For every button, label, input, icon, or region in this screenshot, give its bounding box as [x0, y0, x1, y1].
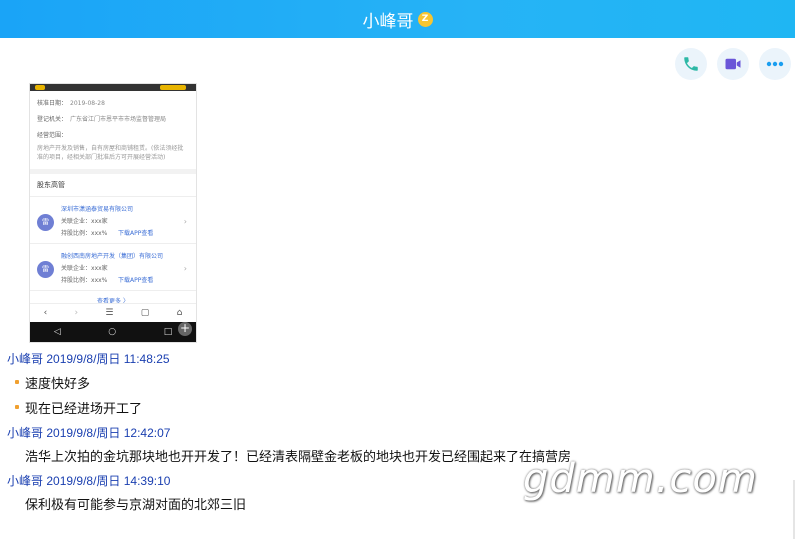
nav-back-icon: ◁	[53, 327, 61, 337]
browser-toolbar: ‹ › ☰ ▢ ⌂	[30, 303, 196, 322]
shareholder-item: 雷 融创西南房地产开发（集团）有限公司 关联企业：xxx家 持股比例：xxx% …	[30, 244, 196, 291]
nav-recent-icon: □	[163, 327, 173, 337]
download-app-link: 下载APP查看	[118, 230, 154, 237]
shareholder-item: 雷 深圳市潇涵泰贸易有限公司 关联企业：xxx家 持股比例：xxx% 下载APP…	[30, 197, 196, 244]
bullet-icon	[15, 405, 19, 409]
related-companies: 关联企业：xxx家	[61, 218, 108, 225]
sender-name[interactable]: 小峰哥	[7, 426, 43, 440]
message-time: 2019/9/8/周日 11:48:25	[46, 352, 170, 366]
shareholder-name: 融创西南房地产开发（集团）有限公司	[61, 253, 164, 260]
bullet-icon	[15, 380, 19, 384]
avatar: 雷	[37, 214, 54, 231]
approval-date-row: 核准日期： 2019-08-28	[37, 100, 105, 107]
sender-name[interactable]: 小峰哥	[7, 352, 43, 366]
related-companies: 关联企业：xxx家	[61, 265, 108, 272]
more-options-button[interactable]	[759, 48, 791, 80]
message-header: 小峰哥 2019/9/8/周日 12:42:07	[7, 424, 170, 441]
zoom-in-icon[interactable]: +	[178, 322, 192, 336]
message-text: 保利极有可能参与京湖对面的北郊三旧	[25, 498, 247, 513]
download-app-link: 下载APP查看	[118, 277, 154, 284]
vip-badge-icon: Z	[417, 11, 433, 27]
android-nav-bar: ◁ ○ □	[30, 322, 196, 342]
section-title: 股东高管	[30, 174, 196, 197]
message-header: 小峰哥 2019/9/8/周日 14:39:10	[7, 472, 170, 489]
scope-row: 经营范围：	[37, 132, 68, 139]
nav-home-icon: ○	[108, 327, 117, 337]
shareholder-name: 深圳市潇涵泰贸易有限公司	[61, 206, 134, 213]
chat-title-bar: 小峰哥 Z	[0, 0, 795, 38]
site-watermark: gdmm.com	[523, 456, 758, 502]
video-call-icon	[725, 58, 741, 70]
scope-text: 房地产开发及销售，自有房屋和商铺租赁。(依法须经批准的项目，经相关部门批准后方可…	[37, 145, 184, 161]
avatar: 雷	[37, 261, 54, 278]
chevron-right-icon: ›	[183, 264, 187, 273]
phone-call-icon	[684, 57, 698, 71]
sender-name[interactable]: 小峰哥	[7, 474, 43, 488]
more-icon	[766, 61, 784, 67]
menu-icon: ☰	[105, 308, 114, 318]
share-ratio: 持股比例：xxx%	[61, 230, 108, 237]
back-icon: ‹	[43, 308, 48, 318]
message-text: 速度快好多	[25, 377, 91, 392]
chat-toolbar	[675, 48, 791, 80]
message-time: 2019/9/8/周日 12:42:07	[46, 426, 171, 440]
message-text: 现在已经进场开工了	[25, 402, 143, 417]
share-ratio: 持股比例：xxx%	[61, 277, 108, 284]
home-icon: ⌂	[176, 308, 183, 318]
message-time: 2019/9/8/周日 14:39:10	[46, 474, 171, 488]
tabs-icon: ▢	[140, 308, 150, 318]
message-header: 小峰哥 2019/9/8/周日 11:48:25	[7, 350, 170, 367]
screenshot-header-band	[30, 84, 196, 91]
chevron-right-icon: ›	[183, 217, 187, 226]
phone-call-button[interactable]	[675, 48, 707, 80]
registration-row: 登记机关： 广东省江门市恩平市市场监督管理局	[37, 116, 167, 123]
message-text: 浩华上次拍的金坑那块地也开开发了！已经清表隔壁金老板的地块也开发已经围起来了在搞…	[25, 450, 572, 465]
forward-icon: ›	[74, 308, 79, 318]
chat-title: 小峰哥	[362, 11, 414, 32]
shared-screenshot-image[interactable]: 核准日期： 2019-08-28 登记机关： 广东省江门市恩平市市场监督管理局 经营…	[29, 83, 197, 343]
video-call-button[interactable]	[717, 48, 749, 80]
